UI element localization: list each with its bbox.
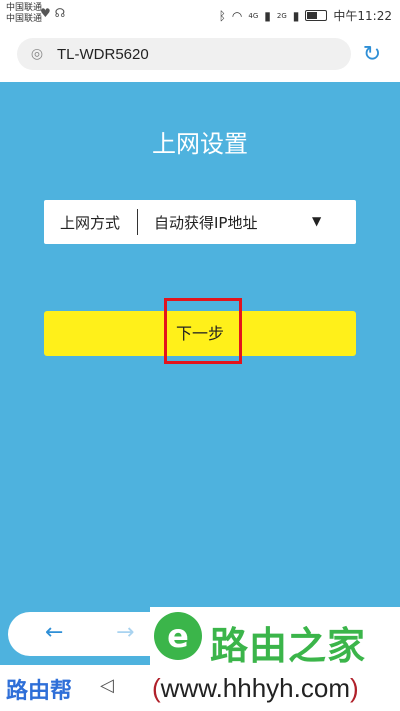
carrier-2: 中国联通 — [6, 14, 43, 24]
forward-arrow-icon[interactable]: → — [116, 620, 134, 645]
url-field[interactable]: ◎ TL-WDR5620 — [17, 38, 351, 70]
battery-icon — [305, 10, 328, 21]
carrier-info: 中国联通 中国联通 — [6, 3, 42, 25]
select-divider — [137, 209, 138, 235]
status-notification-icons: ♥ ☊ — [40, 6, 65, 20]
connection-type-label: 上网方式 — [60, 214, 121, 232]
status-right: ᛒ ◠ 4G ▮ 2G ▮ 中午11:22 — [219, 7, 392, 24]
heart-icon: ♥ — [40, 6, 51, 20]
refresh-icon[interactable]: ↻ — [360, 43, 384, 67]
watermark-band: 路由帮 ◁ (www.hhhyh.com) — [0, 665, 400, 711]
logo-text: 路由之家 — [210, 624, 367, 668]
watermark-url-text: www.hhhyh.com — [160, 673, 350, 703]
bluetooth-icon: ᛒ — [218, 8, 226, 23]
page-title: 上网设置 — [152, 130, 248, 158]
highlight-box — [164, 298, 242, 364]
system-back-icon[interactable]: ◁ — [100, 675, 114, 696]
url-text: TL-WDR5620 — [57, 45, 149, 63]
headset-icon: ☊ — [54, 6, 66, 20]
signal-icon: ▮ — [264, 8, 271, 23]
clock: 中午11:22 — [333, 9, 392, 23]
network-1: 4G — [248, 11, 259, 20]
dropdown-arrow-icon[interactable]: ▼ — [312, 214, 321, 228]
globe-icon: ◎ — [30, 46, 44, 62]
browser-address-bar: ◎ TL-WDR5620 ↻ — [0, 30, 400, 82]
back-arrow-icon[interactable]: ← — [45, 620, 63, 645]
status-bar: 中国联通 中国联通 ♥ ☊ ᛒ ◠ 4G ▮ 2G ▮ 中午11:22 — [0, 0, 400, 30]
wifi-icon: ◠ — [231, 8, 243, 23]
brand-left: 路由帮 — [6, 678, 73, 704]
carrier-1: 中国联通 — [6, 3, 43, 13]
signal-icon-2: ▮ — [292, 8, 300, 23]
connection-type-value: 自动获得IP地址 — [154, 214, 258, 232]
watermark-url: (www.hhhyh.com) — [152, 673, 359, 703]
watermark-logo: e 路由之家 — [150, 607, 400, 668]
connection-type-select[interactable]: 上网方式 自动获得IP地址 ▼ — [44, 200, 356, 244]
logo-icon: e — [154, 612, 202, 660]
network-2: 2G — [276, 11, 287, 20]
